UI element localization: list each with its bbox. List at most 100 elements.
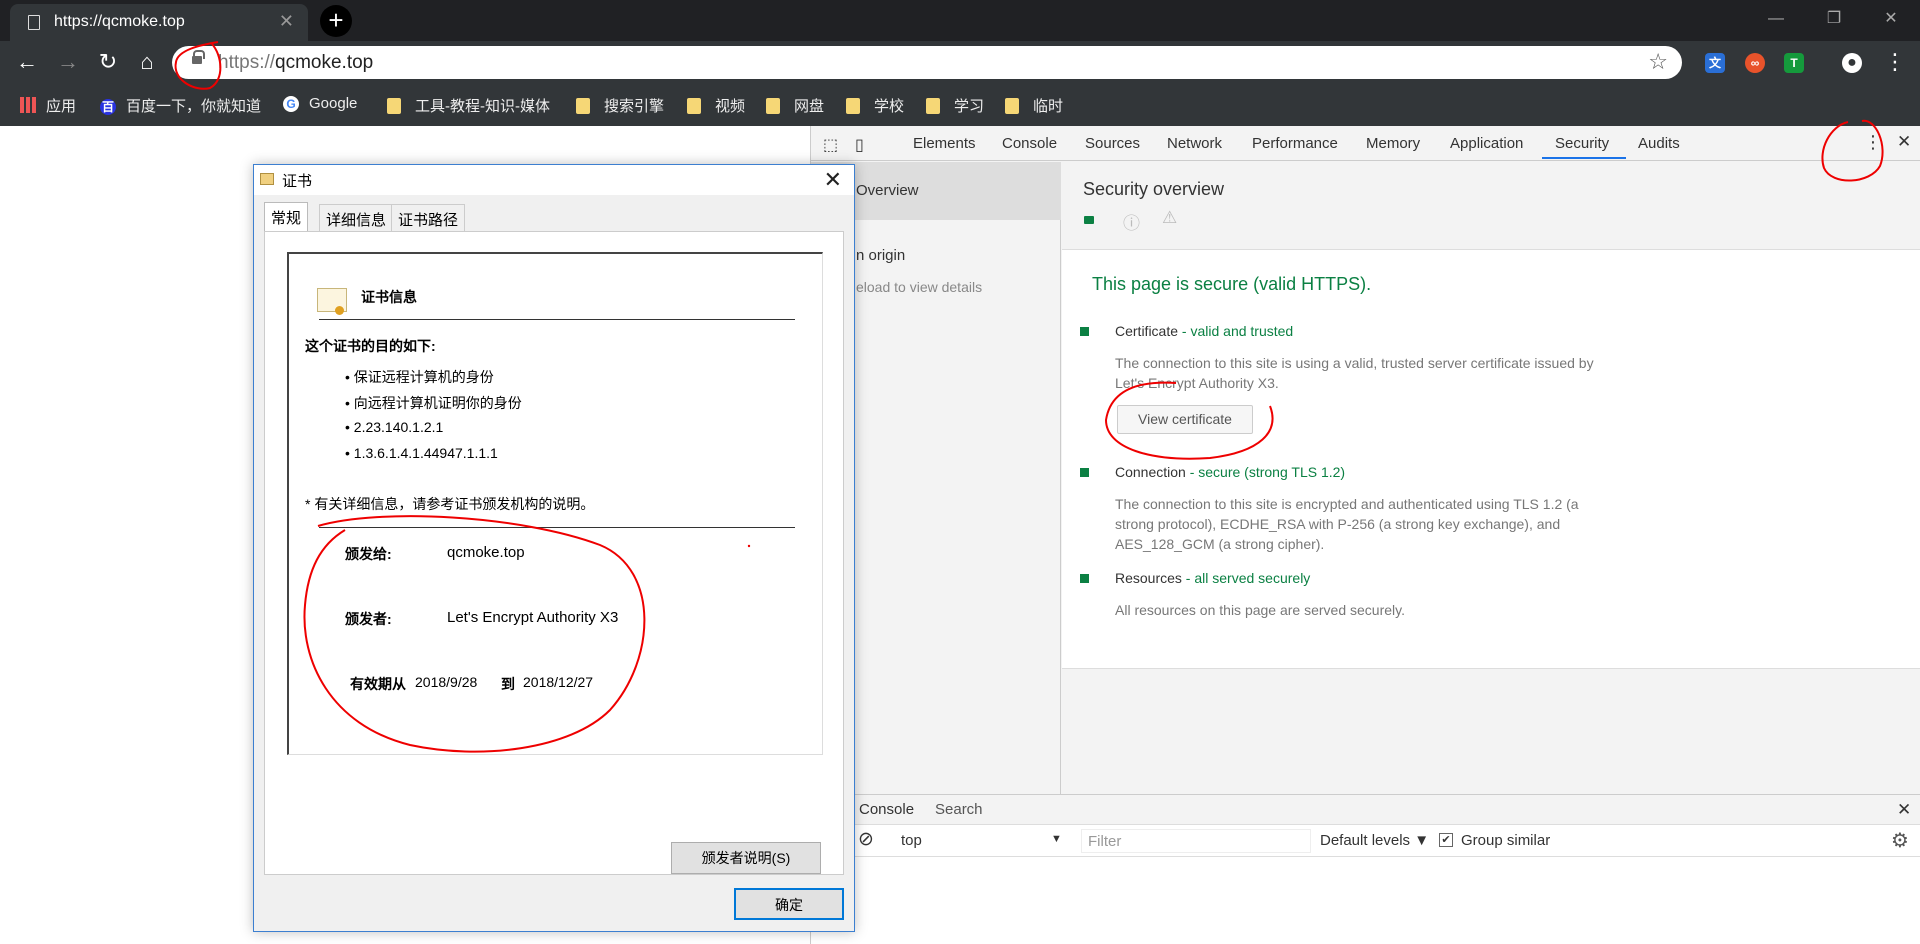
forward-icon[interactable]: → [55, 49, 81, 75]
restore-icon[interactable]: ❐ [1805, 0, 1863, 40]
lock-icon[interactable] [192, 50, 205, 64]
info-icon: ⓘ [1123, 214, 1140, 233]
tab-performance[interactable]: Performance [1252, 135, 1338, 152]
issued-by-label: 颁发者: [345, 611, 392, 627]
more-options-icon[interactable]: ⋮ [1864, 132, 1882, 153]
lock-icon [1084, 216, 1094, 224]
tab-application[interactable]: Application [1450, 135, 1523, 152]
browser-titlebar: https://qcmoke.top ✕ + — ❐ ✕ [0, 0, 1920, 41]
folder-icon [1005, 98, 1019, 114]
translate-icon[interactable]: 文 [1705, 53, 1725, 73]
page-icon [28, 15, 40, 30]
devtools-panel: ⬚ ▯ Elements Console Sources Network Per… [810, 126, 1920, 944]
inspect-element-icon[interactable]: ⬚ [823, 135, 838, 155]
tab-network[interactable]: Network [1167, 135, 1222, 152]
tab-details[interactable]: 详细信息 [319, 204, 394, 232]
divider [319, 527, 795, 528]
drawer-tab-console[interactable]: Console [859, 801, 914, 818]
context-select[interactable]: top [901, 832, 922, 849]
bookmarks-bar: 应用 百百度一下，你就知道 G Google 工具-教程-知识-媒体 搜索引擎 视… [0, 83, 1920, 126]
page-title: Security overview [1083, 179, 1225, 199]
reload-icon[interactable]: ↻ [95, 49, 121, 75]
infinity-icon[interactable]: ∞ [1745, 53, 1765, 73]
certificate-dialog: 证书 ✕ 常规 详细信息 证书路径 证书信息 这个证书的目的如下: • 保证远程… [253, 164, 855, 932]
certificate-description: The connection to this site is using a v… [1115, 355, 1594, 391]
folder-icon [926, 98, 940, 114]
account-icon[interactable]: ● [1842, 53, 1862, 73]
device-toolbar-icon[interactable]: ▯ [855, 135, 864, 155]
new-tab-button[interactable]: + [320, 5, 352, 37]
bookmark-folder-disk[interactable]: 网盘 [766, 95, 824, 116]
bookmark-google[interactable]: G Google [283, 95, 357, 112]
bookmark-apps[interactable]: 应用 [20, 95, 76, 116]
group-similar-checkbox[interactable]: ✔ [1439, 833, 1453, 847]
tab-security[interactable]: Security [1555, 135, 1609, 152]
security-summary-panel: This page is secure (valid HTTPS). Certi… [1062, 249, 1920, 669]
minimize-icon[interactable]: — [1747, 0, 1805, 40]
drawer-tab-search[interactable]: Search [935, 801, 983, 818]
dialog-close-icon[interactable]: ✕ [824, 167, 842, 193]
view-certificate-button[interactable]: View certificate [1117, 405, 1253, 434]
security-headline: This page is secure (valid HTTPS). [1092, 274, 1372, 294]
status-square [1080, 574, 1089, 583]
dialog-body: 证书信息 这个证书的目的如下: • 保证远程计算机的身份 • 向远程计算机证明你… [264, 231, 844, 875]
window-close-icon[interactable]: ✕ [1862, 0, 1920, 40]
bookmark-folder-tools[interactable]: 工具-教程-知识-媒体 [387, 95, 550, 116]
bookmark-star-icon[interactable]: ☆ [1648, 49, 1668, 75]
folder-icon [387, 98, 401, 114]
bookmark-folder-school[interactable]: 学校 [846, 95, 904, 116]
console-drawer: Console Search ✕ ⊘ top ▼ Filter Default … [811, 794, 1920, 944]
issued-to-value: qcmoke.top [447, 544, 525, 561]
bookmark-folder-video[interactable]: 视频 [687, 95, 745, 116]
sidebar-main-origin[interactable]: n origin [856, 247, 905, 264]
dialog-titlebar: 证书 ✕ [254, 165, 854, 195]
tab-cert-path[interactable]: 证书路径 [391, 204, 466, 232]
issuer-statement-button[interactable]: 颁发者说明(S) [671, 842, 821, 874]
purpose-item: • 向远程计算机证明你的身份 [345, 395, 522, 411]
bookmark-folder-temp[interactable]: 临时 [1005, 95, 1063, 116]
baidu-icon: 百 [100, 99, 116, 115]
clear-console-icon[interactable]: ⊘ [858, 828, 874, 851]
drawer-close-icon[interactable]: ✕ [1897, 800, 1911, 820]
folder-icon [687, 98, 701, 114]
tab-elements[interactable]: Elements [913, 135, 976, 152]
tab-close-icon[interactable]: ✕ [279, 11, 294, 32]
browser-tab[interactable]: https://qcmoke.top ✕ [10, 4, 308, 41]
bookmark-folder-study[interactable]: 学习 [926, 95, 984, 116]
url-text[interactable]: https://qcmoke.top [218, 52, 373, 74]
filter-input[interactable]: Filter [1081, 829, 1311, 853]
back-icon[interactable]: ← [14, 49, 40, 75]
folder-icon [766, 98, 780, 114]
tab-console[interactable]: Console [1002, 135, 1057, 152]
divider [319, 319, 795, 320]
bookmark-folder-search[interactable]: 搜索引擎 [576, 95, 664, 116]
chevron-down-icon[interactable]: ▼ [1051, 833, 1062, 845]
tab-audits[interactable]: Audits [1638, 135, 1680, 152]
certificate-info-box: 证书信息 这个证书的目的如下: • 保证远程计算机的身份 • 向远程计算机证明你… [287, 252, 823, 755]
devtools-close-icon[interactable]: ✕ [1897, 132, 1911, 152]
chrome-menu-icon[interactable]: ⋮ [1882, 49, 1908, 75]
certificate-icon [260, 173, 274, 185]
tab-sources[interactable]: Sources [1085, 135, 1140, 152]
ok-button[interactable]: 确定 [734, 888, 844, 920]
home-icon[interactable]: ⌂ [134, 49, 160, 75]
log-levels-dropdown[interactable]: Default levels ▼ [1320, 832, 1429, 849]
bookmark-baidu[interactable]: 百百度一下，你就知道 [100, 95, 261, 116]
issued-by-value: Let's Encrypt Authority X3 [447, 609, 619, 626]
security-overview: Security overview ⓘ ⚠ This page is secur… [1062, 162, 1920, 794]
apps-icon [20, 97, 36, 113]
connection-heading: Connection - secure (strong TLS 1.2) [1115, 464, 1346, 480]
resources-heading: Resources - all served securely [1115, 570, 1311, 586]
address-bar[interactable]: https://qcmoke.top ☆ [172, 46, 1682, 79]
valid-to-label: 到 [501, 676, 515, 692]
purpose-item: • 1.3.6.1.4.1.44947.1.1.1 [345, 445, 498, 461]
dialog-title: 证书 [282, 173, 313, 190]
console-settings-icon[interactable]: ⚙ [1891, 828, 1909, 853]
tab-general[interactable]: 常规 [264, 202, 309, 232]
tab-title: https://qcmoke.top [54, 13, 185, 30]
tab-memory[interactable]: Memory [1366, 135, 1420, 152]
folder-icon [846, 98, 860, 114]
valid-from-value: 2018/9/28 [415, 674, 478, 690]
valid-from-label: 有效期从 [350, 676, 406, 692]
tampermonkey-icon[interactable]: T [1784, 53, 1804, 73]
